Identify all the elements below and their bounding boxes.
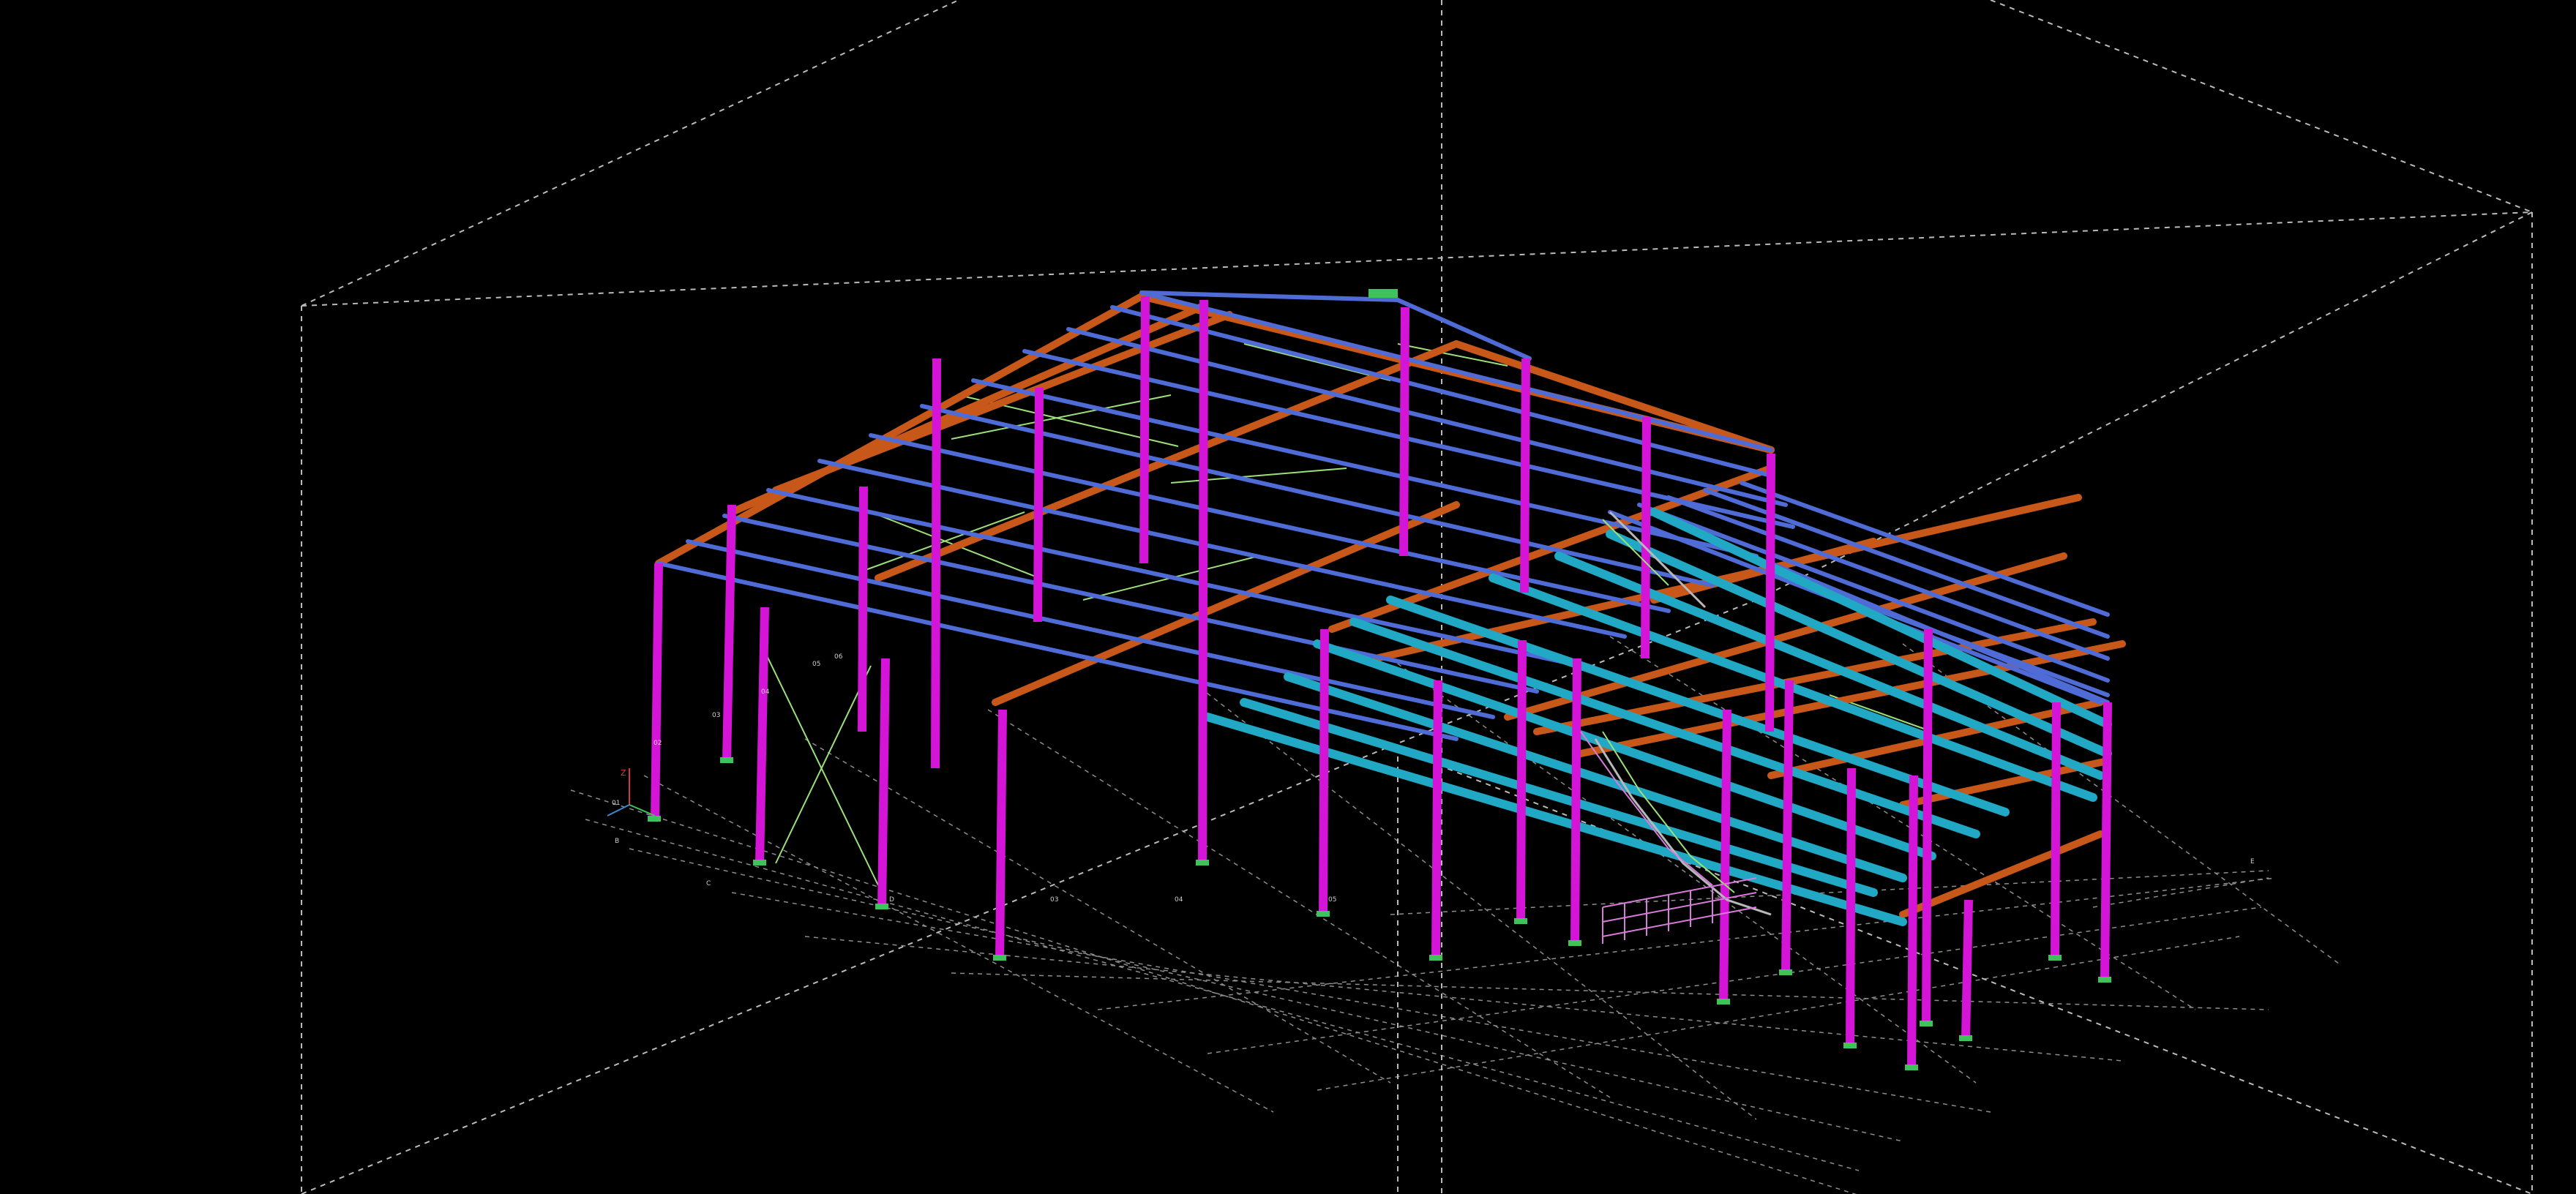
grid-label: B <box>615 838 619 845</box>
grid-label: 06 <box>834 653 843 661</box>
grid-label: 05 <box>1328 896 1336 904</box>
grid-label: 03 <box>712 712 720 719</box>
grid-label: 04 <box>761 688 770 696</box>
grid-label: 01 <box>612 800 620 807</box>
grid-label: E <box>2250 858 2255 866</box>
model-viewport[interactable]: Z 01 02 03 04 05 06 B C D 03 04 05 E <box>0 0 2576 1194</box>
grid-label: 02 <box>654 740 662 747</box>
handrail <box>1602 877 1757 944</box>
grid-label: 05 <box>812 661 820 668</box>
grid-label: 04 <box>1175 896 1183 904</box>
purlins <box>656 290 2110 741</box>
grid-label: 03 <box>1050 896 1058 904</box>
grid-label: D <box>889 896 894 904</box>
grid-label: C <box>706 880 711 887</box>
ucs-z-label: Z <box>621 768 626 778</box>
ground-grid <box>570 636 2343 1194</box>
columns <box>651 296 2112 1069</box>
